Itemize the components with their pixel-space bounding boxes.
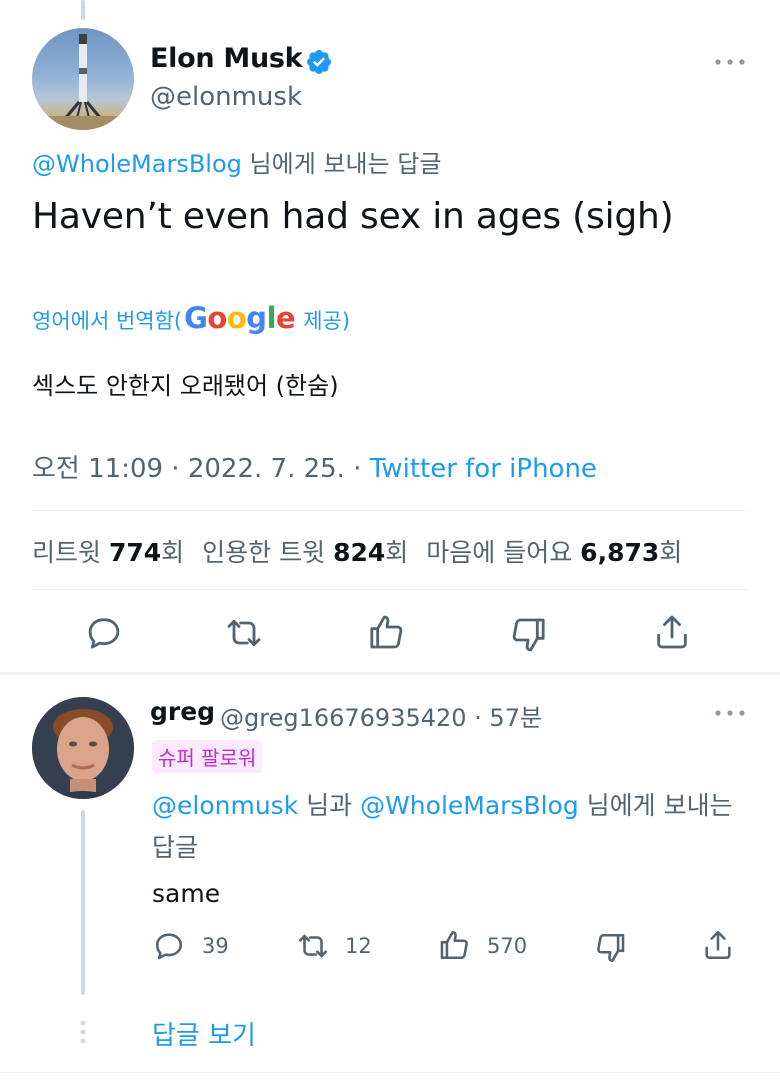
timestamp-text[interactable]: 오전 11:09 · 2022. 7. 25. · xyxy=(32,454,370,484)
translated-text: 섹스도 안한지 오래됐어 (한숨) xyxy=(32,372,339,400)
mention-link[interactable]: @WholeMarsBlog xyxy=(360,791,579,820)
like-count: 570 xyxy=(487,934,528,958)
mention-link[interactable]: @WholeMarsBlog xyxy=(32,150,242,178)
more-dots-icon[interactable] xyxy=(714,707,746,719)
source-link[interactable]: Twitter for iPhone xyxy=(370,454,597,484)
google-logo: Google xyxy=(184,301,296,335)
reply-author-name[interactable]: greg xyxy=(150,697,215,726)
thread-connector xyxy=(81,810,85,995)
divider xyxy=(0,672,780,675)
super-follower-badge: 슈퍼 팔로워 xyxy=(152,740,263,773)
share-icon[interactable] xyxy=(701,928,735,962)
retweets-stat[interactable]: 리트윗 774회 xyxy=(32,538,184,567)
likes-stat[interactable]: 마음에 들어요 6,873회 xyxy=(426,538,682,567)
show-replies-link[interactable]: 답글 보기 xyxy=(152,1015,256,1052)
tweet-stats: 리트윗 774회 인용한 트윗 824회 마음에 들어요 6,873회 xyxy=(32,533,682,569)
avatar[interactable] xyxy=(32,28,134,130)
likes-count: 6,873 xyxy=(580,538,660,567)
tweet-text: Haven’t even had sex in ages (sigh) xyxy=(32,196,674,237)
verified-badge-icon xyxy=(305,48,333,76)
divider xyxy=(32,589,748,590)
reply-icon[interactable] xyxy=(152,929,186,963)
mention-link[interactable]: @elonmusk xyxy=(152,791,298,820)
reply-to-line: @elonmusk 님과 @WholeMarsBlog 님에게 보내는 답글 xyxy=(152,791,733,862)
profile-photo xyxy=(32,697,134,799)
retweets-count: 774 xyxy=(108,538,162,567)
quotes-stat[interactable]: 인용한 트윗 824회 xyxy=(202,538,408,567)
reply-count: 39 xyxy=(202,934,229,958)
thread-connector-top xyxy=(81,0,85,20)
quotes-count: 824 xyxy=(333,538,386,567)
rocket-booster-image xyxy=(32,34,134,130)
more-dots-icon[interactable] xyxy=(714,56,746,68)
reply-text: same xyxy=(152,879,221,908)
thumbs-up-icon[interactable] xyxy=(366,612,406,652)
thumbs-up-icon[interactable] xyxy=(437,928,471,962)
retweet-icon[interactable] xyxy=(224,613,264,653)
thumbs-down-icon[interactable] xyxy=(594,931,628,965)
translate-prefix: 영어에서 번역함( xyxy=(32,309,183,333)
reply-to-suffix: 님에게 보내는 답글 xyxy=(241,150,442,178)
translate-suffix: 제공) xyxy=(303,309,351,333)
reply-icon[interactable] xyxy=(84,613,124,653)
reply-to-line: @WholeMarsBlog 님에게 보내는 답글 xyxy=(32,144,441,179)
retweet-count: 12 xyxy=(345,934,372,958)
reply-avatar[interactable] xyxy=(32,697,134,799)
thumbs-down-icon[interactable] xyxy=(509,615,549,655)
author-handle[interactable]: @elonmusk xyxy=(150,82,302,112)
more-replies-dots-icon xyxy=(79,1020,87,1044)
share-icon[interactable] xyxy=(652,612,692,652)
tweet-timestamp: 오전 11:09 · 2022. 7. 25. · Twitter for iP… xyxy=(32,448,597,485)
translated-by-link[interactable]: 영어에서 번역함(Google 제공) xyxy=(32,301,350,335)
retweet-icon[interactable] xyxy=(296,929,330,963)
reply-author-meta[interactable]: @greg16676935420 · 57분 xyxy=(220,698,542,733)
divider xyxy=(0,1072,780,1073)
author-name[interactable]: Elon Musk xyxy=(150,43,303,74)
divider xyxy=(32,510,748,511)
